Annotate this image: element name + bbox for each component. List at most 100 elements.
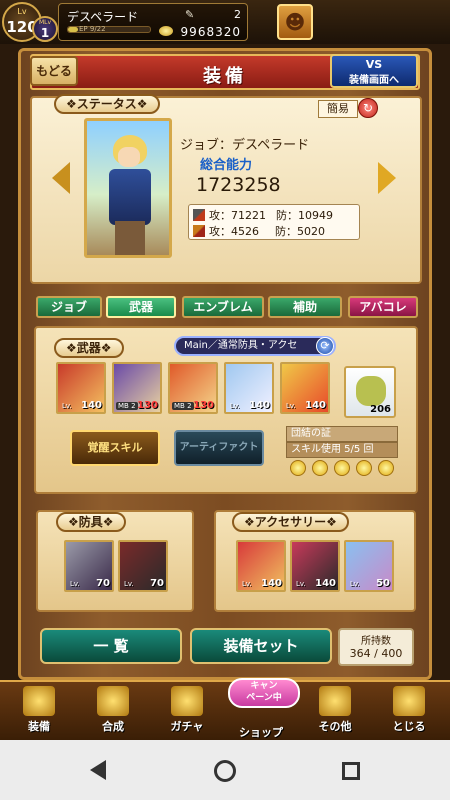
accessory-slot-3[interactable]: Lv. 50 [344,540,394,592]
lv-prefix: Lv. [230,402,240,410]
refresh-icon[interactable]: ↻ [358,98,378,118]
lv-prefix: Lv. [62,402,72,410]
lv-prefix: Lv. [350,580,360,588]
nav-other[interactable]: その他 [302,684,368,738]
nav-label: 装備 [28,720,50,733]
weapon-slot-2[interactable]: MB 2 130 [112,362,162,414]
weapon-slot-5[interactable]: Lv. 140 [280,362,330,414]
android-recent-apps-icon[interactable] [342,762,360,780]
master-level-badge: MLv 1 [32,16,58,42]
gold-count: 9968320 [180,25,241,39]
bond-proof-slot[interactable]: 206 [344,366,396,418]
stat-box: 攻：71221 防：10949 攻：4526 防：5020 [188,204,360,240]
power-value: 1723258 [196,174,281,196]
magic-stats-row: 攻：4526 防：5020 [193,223,325,239]
campaign-badge[interactable]: キャン ペーン中 [228,678,300,708]
nav-label: その他 [318,720,352,733]
tab-support[interactable]: 補助 [268,296,342,318]
armor-level: 70 [150,578,164,589]
mlv-value: 1 [40,26,50,40]
ep-text: EP 9/22 [79,25,106,33]
accessory-slot-1[interactable]: Lv. 140 [236,540,286,592]
armor-section-text: 防具 [78,515,103,529]
armor-slot-2[interactable]: Lv. 70 [118,540,168,592]
vs-line1: VS [365,58,383,71]
vs-line2: 装備画面へ [349,75,399,86]
accessory-level: 140 [315,578,336,589]
close-icon [393,686,425,716]
power-label: 総合能力 [200,158,253,173]
mlv-label: MLv [38,19,52,26]
weapon-level: 130 [137,400,158,411]
hammer-icon [97,686,129,716]
status-section-label: ❖ステータス❖ [54,94,160,114]
weapon-slot-4[interactable]: Lv. 140 [224,362,274,414]
accessory-slot-2[interactable]: Lv. 140 [290,540,340,592]
equipment-list-button[interactable]: 一 覧 [40,628,182,664]
character-portrait[interactable] [84,118,172,258]
tab-emblem[interactable]: エンブレム [182,296,264,318]
feather-icon: ✎ [185,8,195,21]
armor-slot-1[interactable]: Lv. 70 [64,540,114,592]
vs-equipment-button[interactable]: VS 装備画面へ [330,54,418,88]
next-character-arrow-icon[interactable] [378,162,396,194]
inventory-label: 所持数 [361,636,391,647]
accessory-section-label: ❖アクセサリー❖ [232,512,349,532]
nav-close[interactable]: とじる [376,684,442,738]
swap-icon[interactable]: ⟳ [316,337,334,355]
nav-equipment[interactable]: 装備 [6,684,72,738]
gem-count: 2 [234,8,241,21]
card-icon [171,686,203,716]
weapon-level: 130 [193,400,214,411]
skill-orb-icon [290,460,306,476]
lv-prefix: Lv. [286,402,296,410]
wand-icon [193,225,205,237]
main-loadout-label[interactable]: Main／通常防具・アクセ [174,336,336,356]
nav-label: ガチャ [170,720,204,733]
nav-gacha[interactable]: ガチャ [154,684,220,738]
phys-def: 防：10949 [276,209,333,222]
player-info-panel: デスペラード EP 9/22 ✎ 2 9968320 [58,3,248,41]
accessory-section-text: アクセサリー [254,515,327,529]
phys-atk: 攻：71221 [209,209,266,222]
android-home-icon[interactable] [214,760,236,782]
inventory-count-box: 所持数 364 / 400 [338,628,414,666]
mag-def: 防：5020 [275,225,325,238]
skill-orb-icon [378,460,394,476]
bond-title: 団結の証 [286,426,398,442]
skill-orb-icon [334,460,350,476]
equipment-set-button[interactable]: 装備セット [190,628,332,664]
weapon-level: 140 [249,400,270,411]
job-line: ジョブ：デスペラード [180,138,310,153]
bond-skill-usage: スキル使用 5/5 回 [286,442,398,458]
skill-orb-icon [312,460,328,476]
nav-label: 合成 [102,720,124,733]
inventory-value: 364 / 400 [349,647,403,660]
tab-job[interactable]: ジョブ [36,296,102,318]
armor-section-label: ❖防具❖ [56,512,126,532]
status-section-text: ステータス [76,97,137,111]
mb-tag: MB 2 [172,402,194,410]
back-button[interactable]: もどる [30,56,78,86]
weapon-slot-3[interactable]: MB 2 130 [168,362,218,414]
physical-stats-row: 攻：71221 防：10949 [193,207,333,223]
tab-weapon[interactable]: 武器 [106,296,176,318]
sword-shield-icon [23,686,55,716]
sword-icon [193,209,205,221]
accessory-level: 140 [261,578,282,589]
prev-character-arrow-icon[interactable] [52,162,70,194]
character-face-icon: ☻ [284,10,306,34]
gear-icon [319,686,351,716]
artifact-button[interactable]: アーティファクト [174,430,264,466]
nav-synthesis[interactable]: 合成 [80,684,146,738]
lv-prefix: Lv. [296,580,306,588]
awaken-skill-button[interactable]: 覚醒スキル [70,430,160,466]
simple-mode-label: 簡易 [318,100,358,118]
weapon-slot-1[interactable]: Lv. 140 [56,362,106,414]
bond-creature-icon [356,376,386,406]
character-menu-button[interactable]: ☻ [277,4,313,40]
weapon-slots: Lv. 140 MB 2 130 MB 2 130 Lv. 140 Lv. 14… [56,362,338,416]
tab-avatar-collection[interactable]: アバコレ [348,296,418,318]
android-back-icon[interactable] [90,760,106,780]
nav-label: ショップ [239,726,283,739]
